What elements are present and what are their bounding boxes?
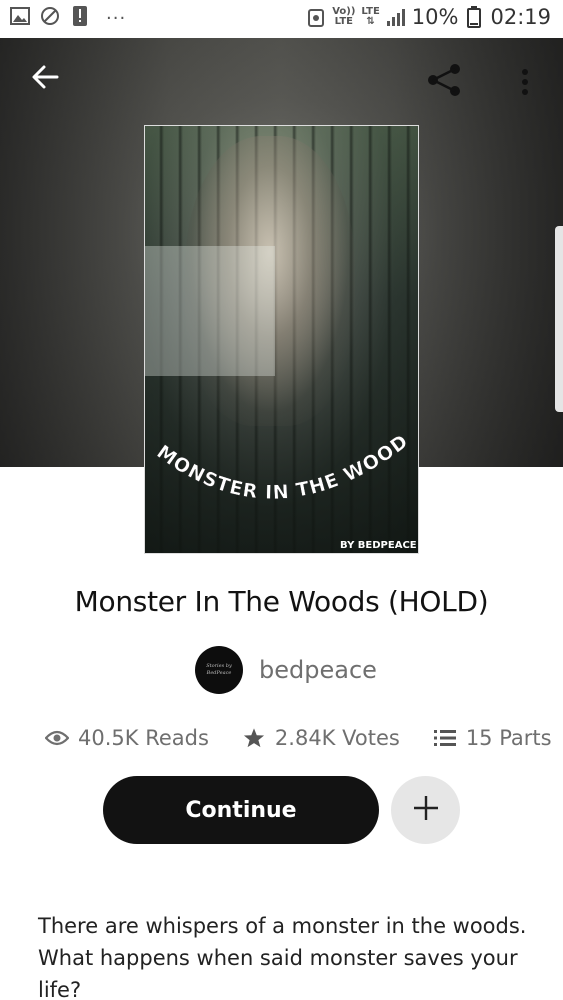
votes-stat: 2.84K Votes [241,725,400,751]
data-arrows-icon: ⇅ [366,16,375,27]
reads-count: 40.5K Reads [78,726,209,750]
story-title: Monster In The Woods (HOLD) [74,585,489,618]
avatar[interactable]: Stories by BedPeace [195,646,243,694]
book-cover[interactable]: MONSTER IN THE WOODS BY BEDPEACE [144,125,419,554]
back-button[interactable] [28,62,62,96]
parts-stat[interactable]: 15 Parts [432,725,552,751]
volte-indicator: Vo)) LTE [332,7,355,27]
plus-icon [413,795,439,826]
gallery-icon [10,6,30,26]
share-icon [425,61,463,104]
svg-text:MONSTER IN THE WOODS: MONSTER IN THE WOODS [145,431,413,504]
cover-title-text: MONSTER IN THE WOODS [145,431,412,504]
story-description: There are whispers of a monster in the w… [38,910,538,1000]
lte-indicator: LTE ⇅ [361,7,379,27]
status-bar-notifications: ... [10,2,127,26]
alert-icon [70,6,90,26]
add-to-library-button[interactable] [391,776,460,844]
cover-title-art: MONSTER IN THE WOODS [145,431,413,504]
story-stats: 40.5K Reads 2.84K Votes 15 Parts [44,722,552,754]
parts-count: 15 Parts [465,726,552,750]
back-arrow-icon [31,63,59,96]
star-icon [241,725,267,751]
more-vertical-icon [521,68,529,101]
battery-icon [464,6,484,28]
blocked-icon [40,6,60,26]
avatar-text: Stories by BedPeace [206,663,232,676]
battery-percent: 10% [411,5,459,29]
cover-light-block [145,246,275,376]
data-saver-icon [306,7,326,27]
reads-stat: 40.5K Reads [44,725,209,751]
more-options-button[interactable] [510,64,540,104]
more-notifications: ... [106,2,127,24]
share-button[interactable] [424,62,464,102]
eye-icon [44,725,70,751]
cover-byline: BY BEDPEACE [340,540,417,551]
continue-button[interactable]: Continue [103,776,379,844]
list-icon [432,725,458,751]
author-link[interactable]: Stories by BedPeace bedpeace [195,646,377,694]
votes-count: 2.84K Votes [274,726,400,750]
description-line-2: What happens when said monster saves you… [38,946,518,1000]
status-bar: ... Vo)) LTE LTE ⇅ 10% 02:19 [0,0,563,38]
clock: 02:19 [490,5,551,29]
description-line-1: There are whispers of a monster in the w… [38,914,527,938]
signal-icon [386,7,406,27]
author-name[interactable]: bedpeace [259,656,377,684]
volte-line2: LTE [334,16,353,27]
status-bar-system: Vo)) LTE LTE ⇅ 10% 02:19 [306,5,551,29]
scroll-handle[interactable] [555,226,563,412]
